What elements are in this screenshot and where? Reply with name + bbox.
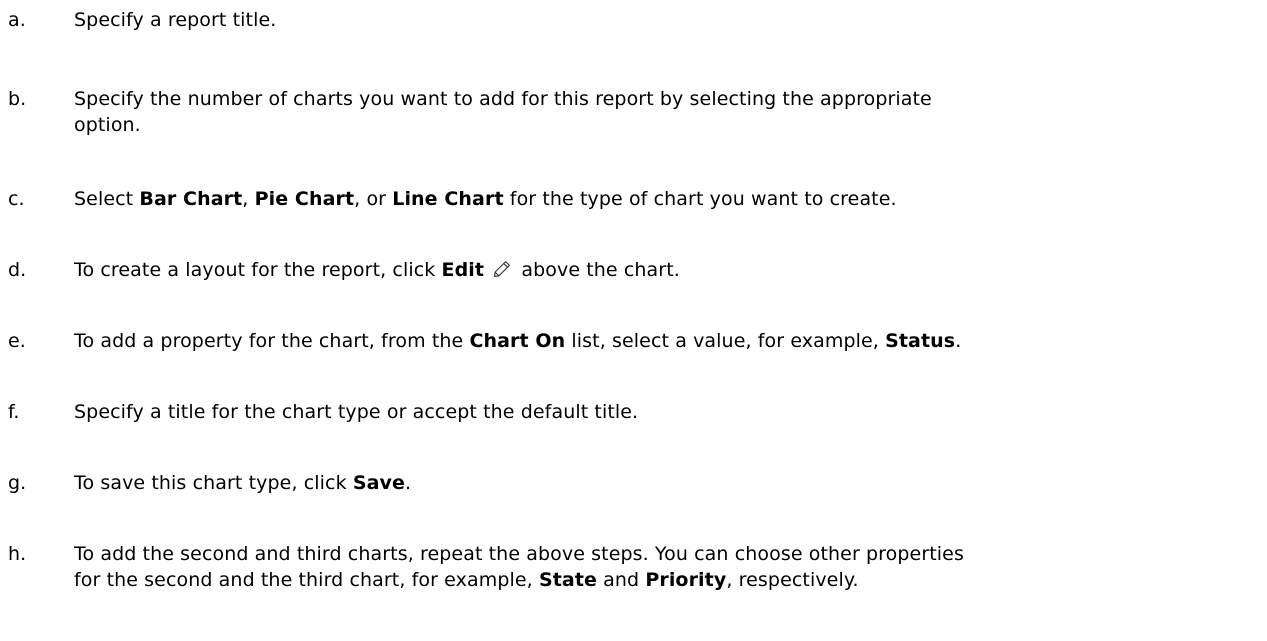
- step-text-run: To create a layout for the report, click: [74, 259, 442, 281]
- emphasized-term: Bar Chart: [139, 188, 243, 210]
- step-text-run: list, select a value, for example,: [565, 330, 886, 352]
- step-text-run: Specify the number of charts you want to…: [74, 88, 932, 110]
- step-marker: a.: [8, 9, 26, 31]
- emphasized-term: Edit: [441, 259, 485, 281]
- step-text-run: and: [597, 569, 646, 591]
- step-marker: d.: [8, 259, 27, 281]
- emphasized-term: Save: [352, 472, 406, 494]
- step-text: To add the second and third charts, repe…: [74, 541, 1254, 593]
- emphasized-term: State: [538, 569, 597, 591]
- step-text-run: .: [405, 472, 412, 494]
- step-marker: b.: [8, 88, 27, 110]
- emphasized-term: Pie Chart: [254, 188, 355, 210]
- step-text-run: To add the second and third charts, repe…: [74, 543, 964, 565]
- step-text-run: [484, 259, 490, 281]
- step-text: To create a layout for the report, click…: [74, 257, 1254, 283]
- step-text: Specify the number of charts you want to…: [74, 86, 1254, 138]
- step-marker: e.: [8, 330, 26, 352]
- step-marker: c.: [8, 188, 25, 210]
- step-text: Specify a title for the chart type or ac…: [74, 399, 1254, 425]
- pencil-icon: [492, 259, 512, 279]
- step-text-run: Specify a report title.: [74, 9, 277, 31]
- emphasized-term: Chart On: [469, 330, 566, 352]
- step-marker: f.: [8, 401, 20, 423]
- step-text-run: for the type of chart you want to create…: [503, 188, 897, 210]
- step-text-run: , respectively.: [726, 569, 859, 591]
- step-marker: g.: [8, 472, 27, 494]
- emphasized-term: Line Chart: [392, 188, 504, 210]
- step-text-run: Specify a title for the chart type or ac…: [74, 401, 639, 423]
- step-text-run: , or: [354, 188, 393, 210]
- step-text-run: above the chart.: [515, 259, 680, 281]
- emphasized-term: Priority: [645, 569, 727, 591]
- step-text-run: To add a property for the chart, from th…: [74, 330, 470, 352]
- step-marker: h.: [8, 543, 27, 565]
- step-text: To add a property for the chart, from th…: [74, 328, 1254, 354]
- step-text-run: To save this chart type, click: [74, 472, 353, 494]
- step-text-run: .: [955, 330, 962, 352]
- step-text-run: ,: [242, 188, 255, 210]
- step-text: Select Bar Chart, Pie Chart, or Line Cha…: [74, 186, 1254, 212]
- step-text-run: option.: [74, 114, 141, 136]
- step-text-run: Select: [74, 188, 140, 210]
- step-text: Specify a report title.: [74, 7, 1254, 33]
- emphasized-term: Status: [885, 330, 956, 352]
- step-text-run: for the second and the third chart, for …: [74, 569, 539, 591]
- step-text: To save this chart type, click Save.: [74, 470, 1254, 496]
